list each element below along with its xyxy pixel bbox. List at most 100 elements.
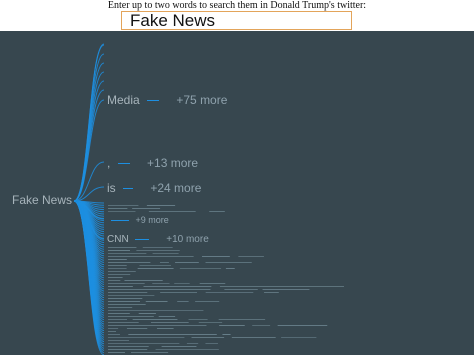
tiny-leaf-text xyxy=(152,283,170,284)
branch-unlabeled[interactable]: +9 more xyxy=(107,215,169,225)
tiny-leaf-text xyxy=(202,256,230,257)
tiny-leaf-text xyxy=(188,319,208,320)
tiny-leaf-text xyxy=(264,292,279,293)
tiny-leaf-text xyxy=(175,262,199,263)
search-prompt: Enter up to two words to search them in … xyxy=(107,0,367,11)
tiny-leaf-text xyxy=(108,295,155,296)
tiny-leaf-text xyxy=(219,325,245,326)
tree-link xyxy=(73,99,105,202)
tiny-leaf-text xyxy=(108,334,120,335)
tiny-leaf-text xyxy=(108,322,139,323)
branch-comma[interactable]: , +13 more xyxy=(107,156,198,170)
tiny-leaf-text xyxy=(174,283,190,284)
tiny-leaf-text xyxy=(231,337,276,338)
tiny-leaf-text xyxy=(218,319,266,320)
branch-label: Media xyxy=(107,93,140,107)
tiny-leaf-text xyxy=(108,343,180,344)
tiny-leaf-text xyxy=(209,211,225,212)
tiny-leaf-text xyxy=(108,340,130,341)
tiny-leaf-text xyxy=(108,289,211,290)
tiny-leaf-text xyxy=(225,268,235,269)
tiny-leaf-text xyxy=(191,337,225,338)
more-count[interactable]: +24 more xyxy=(150,181,201,195)
tiny-leaf-text xyxy=(238,256,264,257)
tiny-leaf-text xyxy=(108,205,139,206)
tiny-leaf-text xyxy=(143,286,212,287)
tiny-leaf-text xyxy=(108,346,149,347)
tiny-leaf-text xyxy=(222,334,231,335)
tree-link xyxy=(73,186,105,202)
branch-cnn[interactable]: CNN +10 more xyxy=(107,234,209,245)
tiny-leaf-text xyxy=(108,271,136,272)
branch-dash xyxy=(111,220,129,222)
tree-link xyxy=(73,89,105,202)
tiny-leaf-text xyxy=(132,319,178,320)
word-tree-panel: Fake News Media +75 more , +13 more is +… xyxy=(0,31,474,355)
tiny-leaf-text xyxy=(205,343,218,344)
tiny-leaf-text xyxy=(108,277,123,278)
tiny-leaf-text xyxy=(108,301,140,302)
tiny-leaf-text xyxy=(146,205,176,206)
root-node-label[interactable]: Fake News xyxy=(12,193,72,207)
tiny-leaf-text xyxy=(108,337,185,338)
tiny-leaf-text xyxy=(155,349,219,350)
tiny-leaf-text xyxy=(150,322,189,323)
tiny-leaf-text xyxy=(142,247,173,248)
tiny-leaf-text xyxy=(139,265,171,266)
tiny-leaf-text xyxy=(108,211,136,212)
tiny-leaf-text xyxy=(205,292,254,293)
more-count[interactable]: +9 more xyxy=(136,215,169,225)
tiny-leaf-text xyxy=(124,280,163,281)
tiny-leaf-text xyxy=(281,337,317,338)
branch-dash xyxy=(123,188,134,190)
tiny-leaf-text xyxy=(108,316,154,317)
tiny-leaf-text xyxy=(132,208,161,209)
tiny-leaf-text xyxy=(108,286,133,287)
tiny-leaf-text xyxy=(198,322,223,323)
tiny-leaf-text xyxy=(195,301,220,302)
branch-label: is xyxy=(107,181,116,195)
tiny-leaf-text xyxy=(108,352,125,353)
tree-link xyxy=(73,80,105,202)
tiny-leaf-text xyxy=(108,349,148,350)
tiny-leaf-text xyxy=(108,331,117,332)
search-input[interactable] xyxy=(121,11,352,30)
tiny-leaf-text xyxy=(224,289,258,290)
tiny-leaf-text xyxy=(145,301,168,302)
tiny-leaf-text xyxy=(186,343,199,344)
tiny-leaf-text xyxy=(108,283,145,284)
tiny-leaf-text xyxy=(108,250,131,251)
tiny-leaf-text xyxy=(108,313,130,314)
tiny-leaf-text xyxy=(136,250,180,251)
tiny-leaf-text xyxy=(108,280,121,281)
tiny-leaf-text xyxy=(108,325,207,326)
tiny-leaf-text xyxy=(128,334,217,335)
tiny-leaf-text xyxy=(108,319,128,320)
tiny-leaf-text xyxy=(108,292,148,293)
tiny-leaf-text xyxy=(137,268,174,269)
tiny-leaf-text xyxy=(108,208,128,209)
tiny-leaf-text xyxy=(199,283,226,284)
tiny-leaf-text xyxy=(277,325,328,326)
tiny-leaf-text xyxy=(156,328,174,329)
tiny-leaf-text xyxy=(177,301,189,302)
branch-label: CNN xyxy=(107,234,129,245)
tiny-leaf-text xyxy=(131,352,169,353)
tiny-leaf-text xyxy=(262,289,310,290)
tiny-leaf-text xyxy=(108,268,127,269)
branch-media[interactable]: Media +75 more xyxy=(107,93,227,107)
more-count[interactable]: +10 more xyxy=(166,234,209,245)
tiny-leaf-text xyxy=(152,253,179,254)
tiny-leaf-text xyxy=(205,262,252,263)
branch-is[interactable]: is +24 more xyxy=(107,181,201,195)
tiny-leaf-text xyxy=(108,256,194,257)
tiny-leaf-text xyxy=(108,259,127,260)
tiny-leaf-text xyxy=(108,247,137,248)
branch-dash xyxy=(117,163,130,165)
tiny-leaf-text xyxy=(252,325,271,326)
tiny-leaf-text xyxy=(108,265,127,266)
more-count[interactable]: +13 more xyxy=(147,156,198,170)
more-count[interactable]: +75 more xyxy=(176,93,227,107)
tiny-leaf-text xyxy=(160,292,197,293)
tiny-leaf-text xyxy=(108,310,204,311)
